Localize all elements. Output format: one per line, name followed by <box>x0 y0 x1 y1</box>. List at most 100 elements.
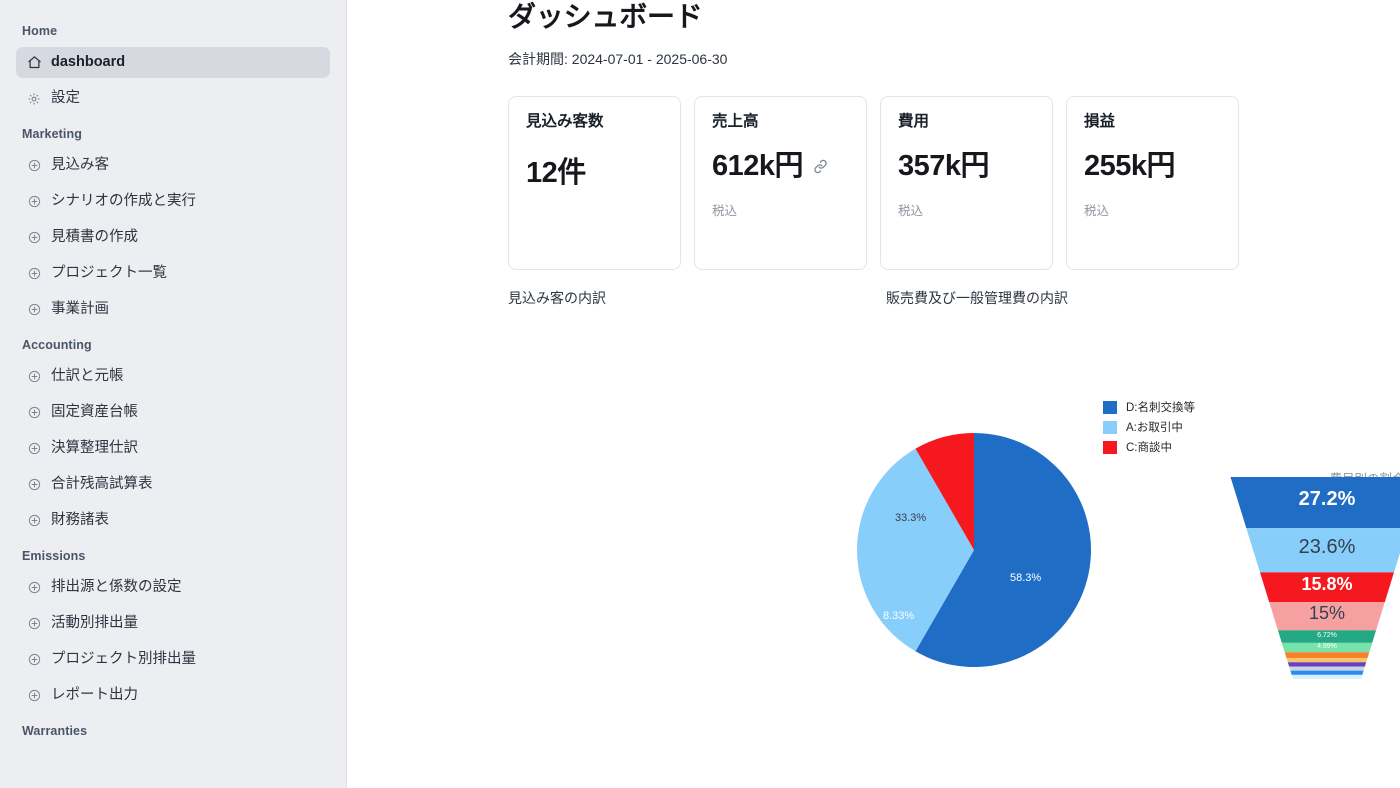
legend-swatch <box>1103 400 1117 414</box>
sidebar-item-dashboard[interactable]: dashboard <box>16 47 330 78</box>
funnel-svg[interactable] <box>1227 477 1400 682</box>
funnel-segment[interactable] <box>1260 572 1394 603</box>
plus-circle-icon <box>26 441 42 457</box>
sidebar-item-label: プロジェクト別排出量 <box>51 651 196 668</box>
plus-circle-icon <box>26 158 42 174</box>
sidebar-item-marketing-0[interactable]: 見込み客 <box>16 150 330 181</box>
sidebar-item-accounting-3[interactable]: 合計残高試算表 <box>16 469 330 500</box>
legend-swatch <box>1103 440 1117 454</box>
accounting-period: 会計期間: 2024-07-01 - 2025-06-30 <box>508 50 728 67</box>
sidebar-item-accounting-1[interactable]: 固定資産台帳 <box>16 397 330 428</box>
sidebar-item-label: 合計残高試算表 <box>51 476 153 493</box>
funnel-segment[interactable] <box>1246 528 1400 573</box>
sidebar-item-label: シナリオの作成と実行 <box>51 193 196 210</box>
gear-icon <box>26 91 42 107</box>
home-icon <box>26 55 42 71</box>
sidebar-item-label: 財務諸表 <box>51 512 109 529</box>
kpi-card[interactable]: 費用 357k円税込 <box>880 95 1053 270</box>
kpi-value-row: 612k円 <box>712 152 849 181</box>
kpi-card[interactable]: 損益 255k円 税込 <box>1066 95 1239 270</box>
kpi-card[interactable]: 売上高 612k円税込 <box>694 95 867 270</box>
kpi-value-row: 12件 <box>526 159 663 188</box>
sidebar-item-emissions-3[interactable]: レポート出力 <box>16 680 330 711</box>
sidebar-item-emissions-1[interactable]: 活動別排出量 <box>16 608 330 639</box>
funnel-segment[interactable] <box>1269 602 1385 631</box>
plus-circle-icon <box>26 194 42 210</box>
funnel-segment[interactable] <box>1291 674 1363 679</box>
sidebar-item-accounting-0[interactable]: 仕訳と元帳 <box>16 361 330 392</box>
plus-circle-icon <box>26 266 42 282</box>
sga-breakdown-funnel-chart[interactable]: 費目別の割合 27.2%23.6%15.8%15%6.72%4.99% 保険料賃… <box>1227 430 1400 690</box>
plus-circle-icon <box>26 616 42 632</box>
sidebar-item-label: プロジェクト一覧 <box>51 265 167 282</box>
funnel-segment[interactable] <box>1284 652 1370 659</box>
sidebar-item-label: 固定資産台帳 <box>51 404 138 421</box>
kpi-value-row: 357k円 <box>898 152 1035 181</box>
pie-svg[interactable] <box>857 433 1091 667</box>
funnel-segment[interactable] <box>1277 630 1377 643</box>
legend-label: A:お取引中 <box>1126 422 1183 434</box>
funnel-segment[interactable] <box>1281 642 1373 653</box>
funnel-segment[interactable] <box>1287 662 1367 667</box>
funnel-segment[interactable] <box>1290 670 1364 675</box>
kpi-value: 357k円 <box>898 150 990 183</box>
sidebar-section-title-warranties: Warranties <box>22 724 88 738</box>
sidebar-item-marketing-1[interactable]: シナリオの作成と実行 <box>16 186 330 217</box>
kpi-title: 費用 <box>898 112 930 130</box>
funnel-segment[interactable] <box>1289 666 1365 671</box>
kpi-title: 損益 <box>1084 112 1116 130</box>
sidebar[interactable]: Home dashboard 設定 Marketing 見込み客 シナリオの作成と実行 見積… <box>0 0 347 788</box>
sidebar-item-label: 仕訳と元帳 <box>51 368 124 385</box>
sidebar-item-label: 事業計画 <box>51 301 109 318</box>
funnel-segment[interactable] <box>1286 658 1368 663</box>
sidebar-item-marketing-2[interactable]: 見積書の作成 <box>16 222 330 253</box>
sidebar-item-accounting-4[interactable]: 財務諸表 <box>16 505 330 536</box>
plus-circle-icon <box>26 688 42 704</box>
sidebar-item-label: 排出源と係数の設定 <box>51 579 182 596</box>
legend-item[interactable]: C:商談中 <box>1103 437 1195 457</box>
app-root: Home dashboard 設定 Marketing 見込み客 シナリオの作成と実行 見積… <box>0 0 1400 788</box>
kpi-value: 12件 <box>526 157 586 190</box>
pie-legend[interactable]: D:名刺交換等 A:お取引中 C:商談中 <box>1103 397 1195 457</box>
sidebar-section-title-marketing: Marketing <box>22 127 82 141</box>
kpi-value-row: 255k円 <box>1084 152 1221 181</box>
sidebar-item-label: レポート出力 <box>51 687 138 704</box>
plus-circle-icon <box>26 580 42 596</box>
legend-label: C:商談中 <box>1126 442 1172 454</box>
caption-sga-breakdown: 販売費及び一般管理費の内訳 <box>886 289 1068 306</box>
plus-circle-icon <box>26 302 42 318</box>
sidebar-item-emissions-2[interactable]: プロジェクト別排出量 <box>16 644 330 675</box>
link-icon[interactable] <box>812 158 829 175</box>
kpi-value: 255k円 <box>1084 150 1176 183</box>
sidebar-item-label: 見積書の作成 <box>51 229 138 246</box>
kpi-subtext: 税込 <box>898 204 924 219</box>
legend-item[interactable]: A:お取引中 <box>1103 417 1195 437</box>
kpi-title: 見込み客数 <box>526 112 604 130</box>
sidebar-item-label: 活動別排出量 <box>51 615 138 632</box>
kpi-title: 売上高 <box>712 112 759 130</box>
page-title: ダッシュボード <box>508 1 703 32</box>
lead-breakdown-pie-chart[interactable]: 58.3% 33.3% 8.33% D:名刺交換等 A:お取引中 C:商談中 <box>847 390 1247 690</box>
sidebar-item-emissions-0[interactable]: 排出源と係数の設定 <box>16 572 330 603</box>
plus-circle-icon <box>26 230 42 246</box>
kpi-card[interactable]: 見込み客数 12件 <box>508 95 681 270</box>
legend-label: D:名刺交換等 <box>1126 402 1195 414</box>
plus-circle-icon <box>26 369 42 385</box>
pie-slice-label: 8.33% <box>883 610 915 622</box>
legend-item[interactable]: D:名刺交換等 <box>1103 397 1195 417</box>
sidebar-item-label: dashboard <box>51 54 126 71</box>
kpi-subtext: 税込 <box>712 204 738 219</box>
funnel-segment[interactable] <box>1230 477 1400 529</box>
main-content: ダッシュボード 会計期間: 2024-07-01 - 2025-06-30 見込… <box>347 0 1400 788</box>
sidebar-item-marketing-3[interactable]: プロジェクト一覧 <box>16 258 330 289</box>
legend-swatch <box>1103 420 1117 434</box>
plus-circle-icon <box>26 513 42 529</box>
sidebar-section-title-accounting: Accounting <box>22 338 92 352</box>
sidebar-item-home-1[interactable]: 設定 <box>16 83 330 114</box>
sidebar-item-accounting-2[interactable]: 決算整理仕訳 <box>16 433 330 464</box>
pie-slice-label: 33.3% <box>895 512 927 524</box>
sidebar-section-title-emissions: Emissions <box>22 549 86 563</box>
plus-circle-icon <box>26 477 42 493</box>
sidebar-item-marketing-4[interactable]: 事業計画 <box>16 294 330 325</box>
caption-lead-breakdown: 見込み客の内訳 <box>508 289 606 306</box>
